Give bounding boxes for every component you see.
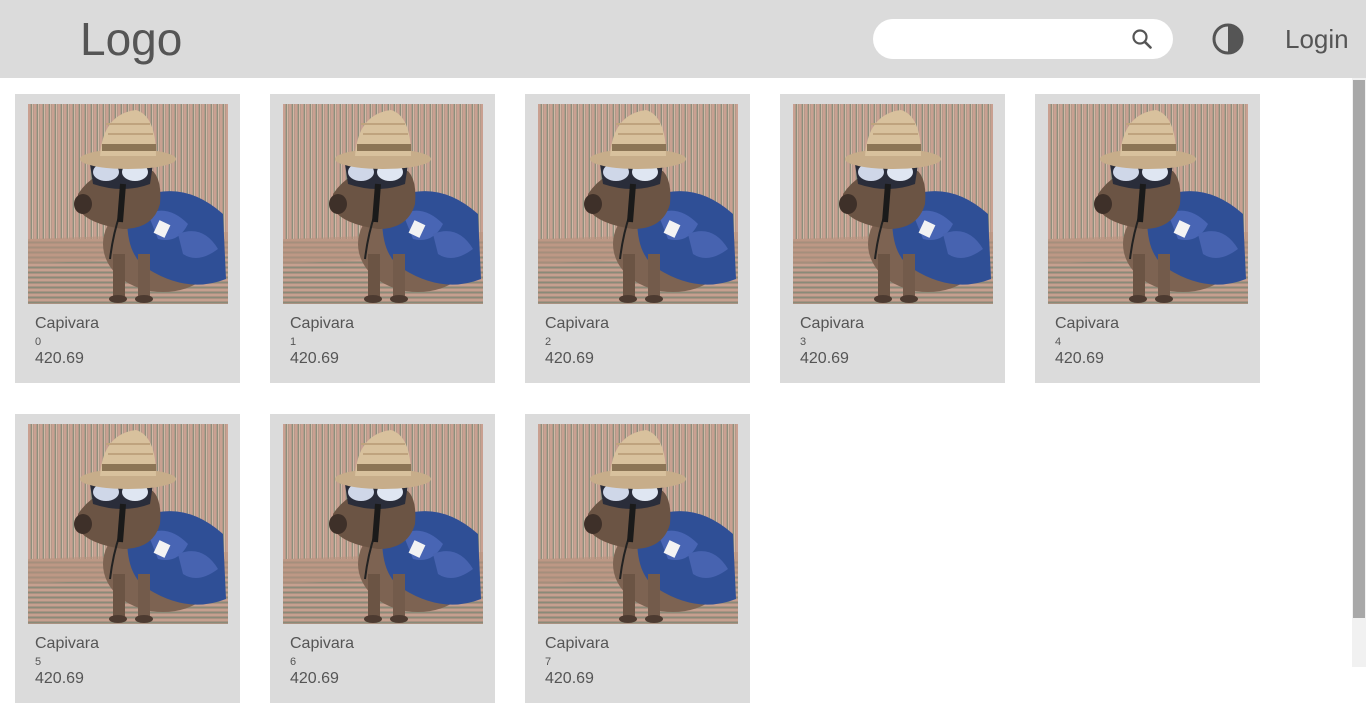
product-price: 420.69 [1055,350,1104,367]
product-photo[interactable] [28,104,228,304]
product-name: Capivara [290,635,355,652]
product-card[interactable]: Capivara 5 420.69 [15,414,240,703]
scrollbar-thumb[interactable] [1353,80,1365,618]
search-box[interactable] [873,19,1173,61]
product-name: Capivara [545,315,610,332]
product-price: 420.69 [290,350,339,367]
product-card[interactable]: Capivara 6 420.69 [270,414,495,703]
product-id: 5 [35,656,42,668]
product-photo[interactable] [28,424,228,624]
product-name: Capivara [1055,315,1120,332]
product-id: 4 [1055,336,1062,348]
product-card[interactable]: Capivara 2 420.69 [525,94,750,383]
search-input[interactable] [891,19,1135,61]
product-id: 6 [290,656,297,668]
login-link[interactable]: Login [1285,24,1349,54]
product-name: Capivara [545,635,610,652]
product-name: Capivara [290,315,355,332]
search-icon[interactable] [1131,28,1153,50]
product-card[interactable]: Capivara 4 420.69 [1035,94,1260,383]
scrollbar[interactable] [1352,78,1366,667]
contrast-icon[interactable] [1211,22,1245,56]
top-bar: Logo Login [0,0,1366,78]
product-photo[interactable] [283,424,483,624]
product-card[interactable]: Capivara 1 420.69 [270,94,495,383]
product-price: 420.69 [800,350,849,367]
product-price: 420.69 [35,350,84,367]
product-photo[interactable] [1048,104,1248,304]
product-id: 1 [290,336,297,348]
product-photo[interactable] [538,424,738,624]
product-card[interactable]: Capivara 0 420.69 [15,94,240,383]
product-price: 420.69 [545,670,594,687]
product-photo[interactable] [283,104,483,304]
product-price: 420.69 [545,350,594,367]
product-name: Capivara [800,315,865,332]
logo[interactable]: Logo [80,12,182,66]
product-price: 420.69 [35,670,84,687]
product-photo[interactable] [538,104,738,304]
product-photo[interactable] [793,104,993,304]
product-price: 420.69 [290,670,339,687]
product-card[interactable]: Capivara 3 420.69 [780,94,1005,383]
product-id: 2 [545,336,552,348]
product-id: 0 [35,336,42,348]
product-name: Capivara [35,635,100,652]
product-id: 3 [800,336,807,348]
product-id: 7 [545,656,552,668]
product-name: Capivara [35,315,100,332]
product-card[interactable]: Capivara 7 420.69 [525,414,750,703]
